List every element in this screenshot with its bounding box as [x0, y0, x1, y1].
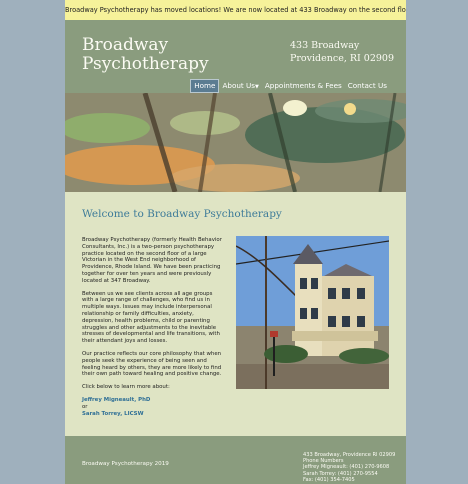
footer-fax: Fax: (401) 354-7405 — [303, 476, 355, 483]
footer-copyright: Broadway Psychotherapy 2019 — [82, 461, 169, 467]
intro-paragraph-3: Our practice reflects our core philosoph… — [82, 350, 222, 378]
nav-about-label: About Us — [222, 81, 256, 90]
nav-contact-us[interactable]: Contact Us — [345, 79, 390, 93]
link-separator: or — [82, 403, 88, 410]
house-illustration — [236, 236, 389, 389]
site-header: Broadway Psychotherapy 433 Broadway Prov… — [65, 20, 406, 93]
header-address: 433 Broadway Providence, RI 02909 — [290, 39, 394, 65]
page-container: Broadway Psychotherapy has moved locatio… — [65, 0, 406, 484]
chevron-down-icon: ▼ — [255, 84, 259, 90]
address-line-2: Providence, RI 02909 — [290, 53, 395, 64]
link-sarah-torrey[interactable]: Sarah Torrey, LICSW — [82, 411, 224, 418]
site-logo[interactable]: Broadway Psychotherapy — [82, 36, 209, 74]
brand-line-2: Psychotherapy — [82, 54, 209, 74]
intro-paragraph-1: Broadway Psychotherapy (formerly Health … — [82, 237, 222, 284]
brand-line-1: Broadway — [82, 35, 169, 55]
link-jeffrey-migneault[interactable]: Jeffrey Migneault, PhD — [82, 397, 224, 404]
page-title: Welcome to Broadway Psychotherapy — [82, 208, 282, 220]
nav-home[interactable]: Home — [190, 79, 220, 93]
address-line-1: 433 Broadway — [290, 40, 360, 51]
main-nav: Home About Us▼ Appointments & Fees Conta… — [190, 79, 390, 93]
footer-contact: 433 Broadway, Providence RI 02909 Phone … — [303, 452, 395, 483]
victorian-house-photo — [236, 236, 389, 389]
lily-pad-banner-image — [65, 93, 406, 192]
intro-text: Broadway Psychotherapy (formerly Health … — [82, 237, 224, 417]
intro-paragraph-2: Between us we see clients across all age… — [82, 290, 220, 345]
nav-about-us[interactable]: About Us▼ — [219, 79, 261, 93]
nav-appointments-fees[interactable]: Appointments & Fees — [262, 79, 345, 93]
main-content: Welcome to Broadway Psychotherapy Broadw… — [65, 192, 406, 436]
site-footer: Broadway Psychotherapy 2019 433 Broadway… — [65, 436, 406, 484]
footer-phone-jeffrey: Jeffrey Migneault: (401) 270-9608 — [303, 464, 390, 471]
intro-paragraph-4: Click below to learn more about: — [82, 384, 170, 391]
banner-painting — [65, 93, 406, 192]
moved-notice: Broadway Psychotherapy has moved locatio… — [65, 0, 406, 20]
